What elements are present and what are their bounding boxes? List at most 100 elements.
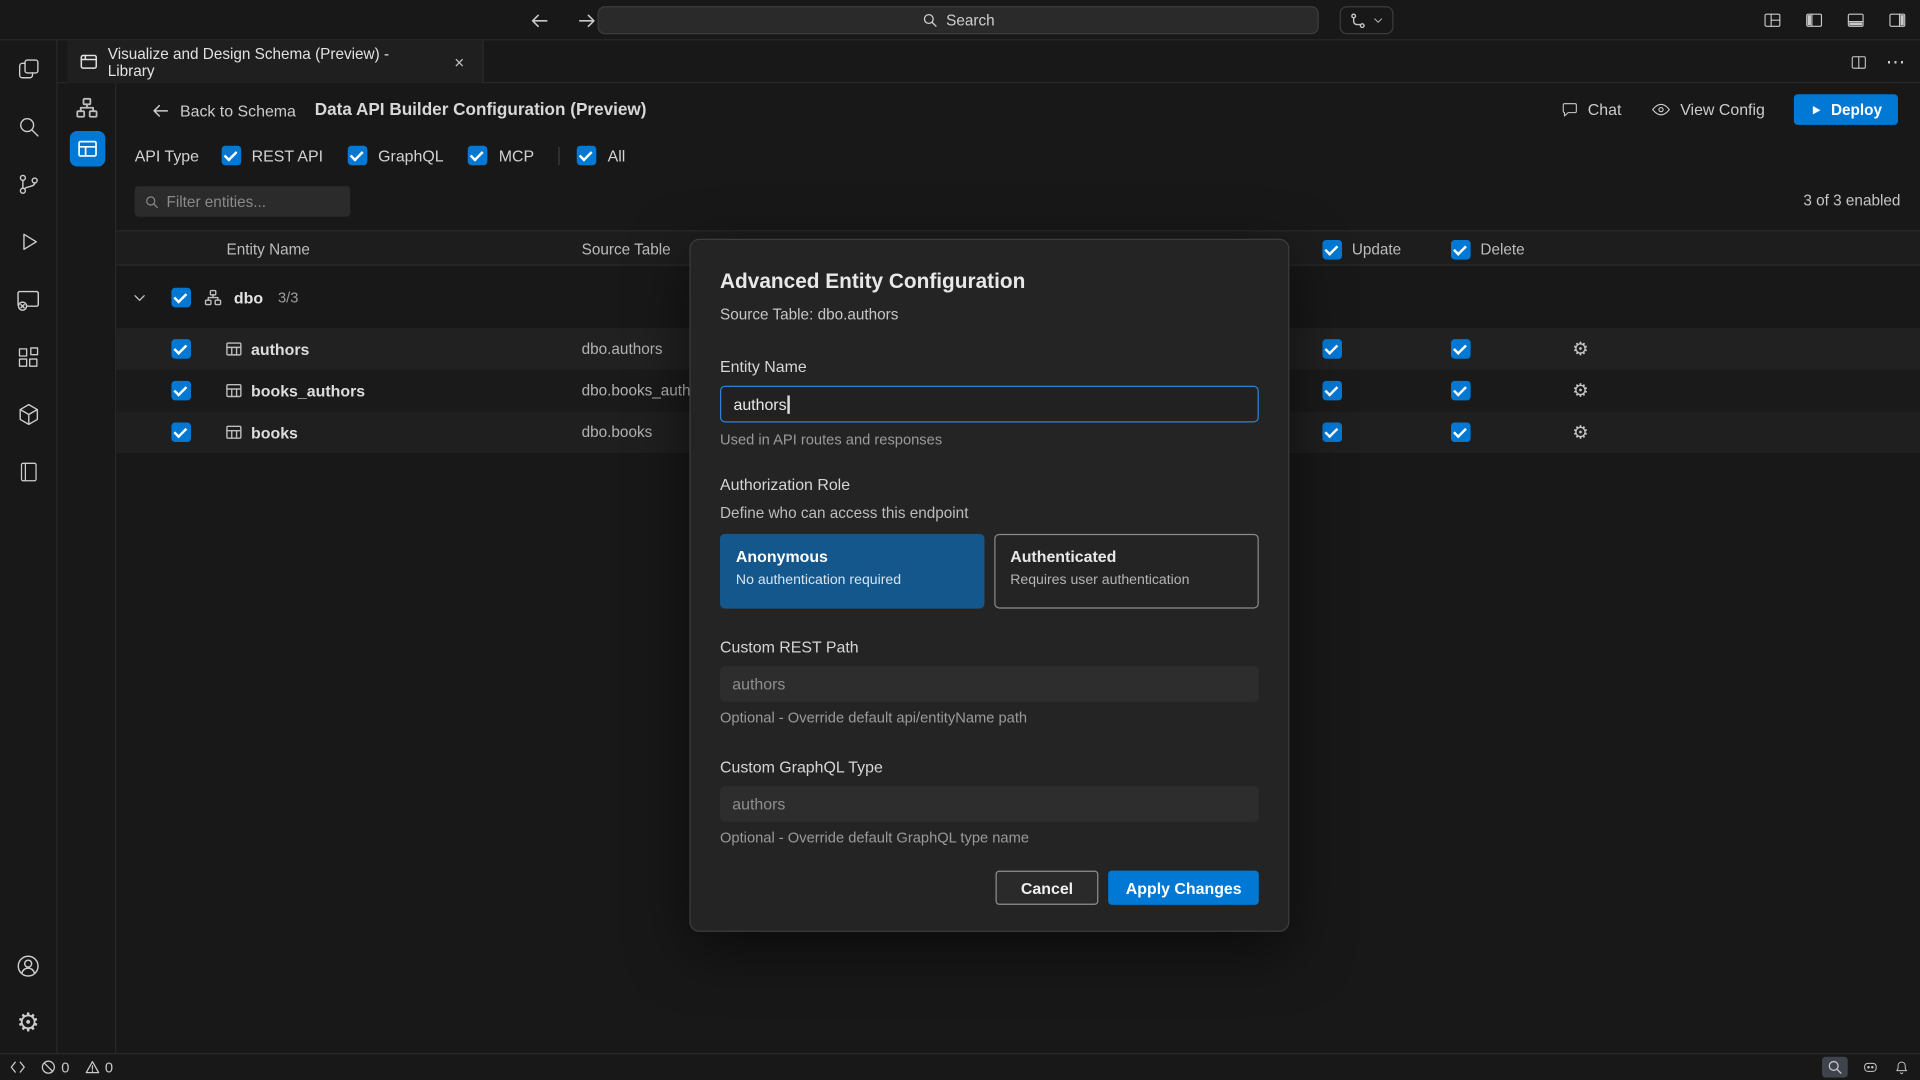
- authorization-role-label: Authorization Role: [720, 475, 1259, 493]
- tab-bar: Visualize and Design Schema (Preview) - …: [58, 40, 1920, 83]
- graphql-checkbox[interactable]: [348, 146, 368, 166]
- row-settings-gear-icon[interactable]: ⚙: [1572, 370, 1588, 412]
- branch-flow-icon: [1349, 12, 1366, 29]
- activity-settings-gear-icon[interactable]: ⚙: [0, 994, 56, 1052]
- delete-checkbox[interactable]: [1451, 370, 1471, 412]
- update-checkbox[interactable]: [1322, 370, 1342, 412]
- warning-icon: [84, 1059, 100, 1075]
- entity-name-input[interactable]: authors: [720, 386, 1259, 423]
- activity-extensions-icon[interactable]: [0, 328, 56, 386]
- copilot-icon[interactable]: [1861, 1058, 1879, 1076]
- entity-name-label: Entity Name: [720, 358, 1259, 376]
- filter-mcp[interactable]: MCP: [468, 146, 534, 166]
- row-settings-gear-icon[interactable]: ⚙: [1572, 411, 1588, 453]
- remote-indicator-icon[interactable]: [10, 1059, 26, 1075]
- history-back-button[interactable]: [527, 7, 554, 34]
- problems-errors[interactable]: 0: [40, 1059, 69, 1076]
- custom-graphql-type-input[interactable]: [720, 786, 1259, 822]
- chat-button[interactable]: Chat: [1560, 100, 1622, 120]
- advanced-entity-configuration-dialog: Advanced Entity Configuration Source Tab…: [689, 239, 1289, 932]
- group-checkbox[interactable]: [171, 277, 191, 319]
- activity-account-icon[interactable]: [0, 937, 56, 995]
- activity-run-debug-icon[interactable]: [0, 213, 56, 271]
- tab-label: Visualize and Design Schema (Preview) - …: [108, 45, 439, 79]
- split-editor-icon[interactable]: [1849, 52, 1869, 72]
- editor-actions: ⋯: [1849, 40, 1905, 83]
- mcp-checkbox[interactable]: [468, 146, 488, 166]
- rest-api-checkbox[interactable]: [221, 146, 241, 166]
- search-placeholder: Search: [946, 12, 995, 29]
- statusbar-left: 0 0: [10, 1059, 113, 1076]
- toggle-secondary-sidebar-icon[interactable]: [1883, 7, 1910, 34]
- custom-rest-path-label: Custom REST Path: [720, 638, 1259, 656]
- api-type-label: API Type: [135, 146, 199, 164]
- more-actions-icon[interactable]: ⋯: [1886, 50, 1906, 74]
- chat-bubble-icon: [1560, 100, 1580, 120]
- dialog-source-table: Source Table: dbo.authors: [720, 306, 1259, 323]
- filter-rest-api[interactable]: REST API: [221, 146, 323, 166]
- activity-notebook-icon[interactable]: [0, 443, 56, 501]
- delete-checkbox[interactable]: [1451, 411, 1471, 453]
- zoom-status-item[interactable]: [1822, 1057, 1848, 1078]
- secondary-activity-bar: [58, 83, 117, 1053]
- update-checkbox[interactable]: [1322, 328, 1342, 370]
- activity-source-control-icon[interactable]: [0, 156, 56, 214]
- chevron-down-icon[interactable]: [132, 277, 147, 319]
- auth-option-authenticated[interactable]: Authenticated Requires user authenticati…: [994, 534, 1258, 609]
- toggle-panel-icon[interactable]: [1842, 7, 1869, 34]
- table-designer-icon: [69, 130, 105, 166]
- activity-database-icon[interactable]: [0, 386, 56, 444]
- magnifier-icon: [1827, 1059, 1843, 1075]
- back-to-schema-button[interactable]: Back to Schema: [152, 102, 296, 120]
- schema-hierarchy-icon: [204, 277, 221, 319]
- sidebar-item-schema-designer[interactable]: [58, 87, 117, 129]
- command-search-box[interactable]: Search: [598, 6, 1319, 34]
- sidebar-item-data-api-builder[interactable]: [58, 127, 117, 169]
- activity-remote-explorer-icon[interactable]: [0, 271, 56, 329]
- update-select-all-checkbox[interactable]: [1322, 239, 1342, 259]
- activity-search-icon[interactable]: [0, 98, 56, 156]
- delete-checkbox[interactable]: [1451, 328, 1471, 370]
- all-checkbox[interactable]: [577, 146, 597, 166]
- table-icon: [225, 370, 242, 412]
- tab-visualize-design-schema[interactable]: Visualize and Design Schema (Preview) - …: [67, 40, 483, 83]
- deploy-button[interactable]: Deploy: [1794, 94, 1898, 125]
- row-checkbox[interactable]: [171, 411, 191, 453]
- header-delete: Delete: [1451, 231, 1525, 267]
- update-checkbox[interactable]: [1322, 411, 1342, 453]
- view-config-button[interactable]: View Config: [1651, 99, 1765, 120]
- table-icon: [225, 328, 242, 370]
- toggle-primary-sidebar-icon[interactable]: [1800, 7, 1827, 34]
- api-type-filter-row: API Type REST API GraphQL MCP All: [135, 144, 650, 166]
- entity-name-value: authors: [733, 395, 786, 413]
- enabled-summary: 3 of 3 enabled: [1803, 192, 1900, 209]
- dialog-actions: Cancel Apply Changes: [720, 871, 1259, 905]
- row-settings-gear-icon[interactable]: ⚙: [1572, 328, 1588, 370]
- auth-option-anonymous[interactable]: Anonymous No authentication required: [720, 534, 984, 609]
- row-checkbox[interactable]: [171, 328, 191, 370]
- search-icon: [922, 12, 938, 28]
- activity-explorer-icon[interactable]: [0, 40, 56, 98]
- row-checkbox[interactable]: [171, 370, 191, 412]
- apply-changes-button[interactable]: Apply Changes: [1109, 871, 1259, 905]
- tab-close-icon[interactable]: ×: [448, 51, 470, 73]
- cancel-button[interactable]: Cancel: [995, 871, 1099, 905]
- table-icon: [225, 411, 242, 453]
- custom-rest-path-input[interactable]: [720, 666, 1259, 702]
- eye-icon: [1651, 99, 1672, 120]
- status-bar: 0 0: [0, 1053, 1920, 1080]
- header-update: Update: [1322, 231, 1401, 267]
- session-picker-button[interactable]: [1340, 6, 1394, 34]
- customize-layout-icon[interactable]: [1758, 7, 1785, 34]
- entity-filter-input[interactable]: [167, 193, 326, 210]
- notifications-bell-icon[interactable]: [1893, 1059, 1910, 1076]
- history-forward-button[interactable]: [573, 7, 600, 34]
- dialog-title: Advanced Entity Configuration: [720, 269, 1259, 293]
- entity-filter-box[interactable]: [135, 186, 351, 217]
- problems-warnings[interactable]: 0: [84, 1059, 113, 1076]
- filter-all[interactable]: All: [577, 146, 625, 166]
- filter-graphql[interactable]: GraphQL: [348, 146, 444, 166]
- schema-preview-icon: [80, 53, 98, 71]
- vscode-window: Search: [0, 0, 1920, 1080]
- delete-select-all-checkbox[interactable]: [1451, 239, 1471, 259]
